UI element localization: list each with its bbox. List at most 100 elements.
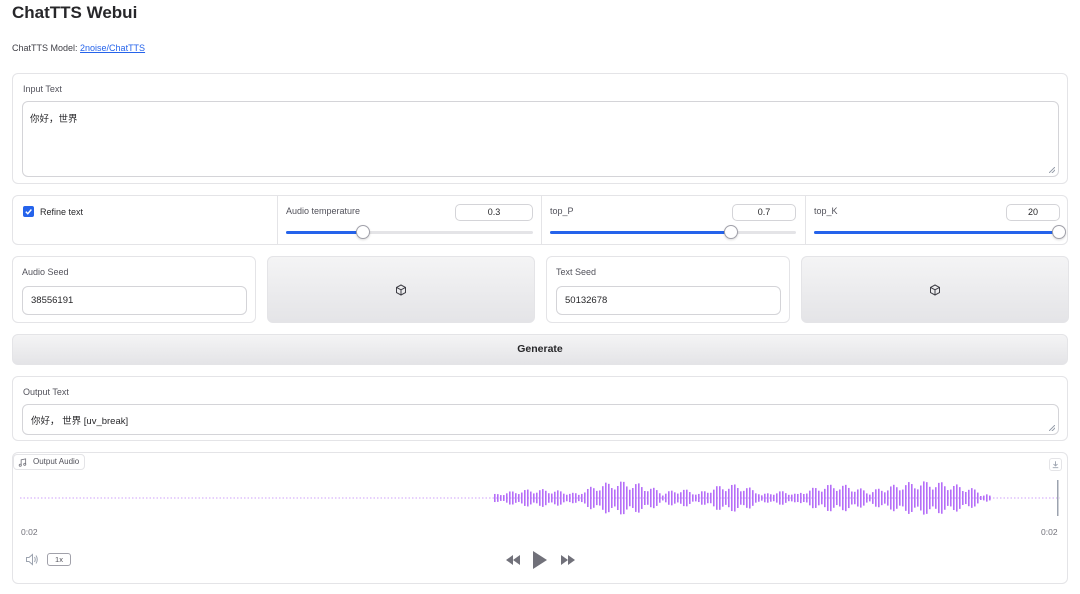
input-textarea[interactable]: 你好，世界 bbox=[22, 101, 1059, 177]
waveform-bar bbox=[611, 488, 613, 508]
waveform-bar bbox=[923, 481, 925, 515]
waveform-bar bbox=[566, 494, 568, 502]
resize-handle-icon[interactable] bbox=[1049, 425, 1055, 431]
model-link[interactable]: 2noise/ChatTTS bbox=[80, 43, 145, 53]
waveform-bar bbox=[755, 493, 757, 503]
waveform-bar bbox=[827, 485, 829, 511]
waveform-bar bbox=[857, 489, 859, 507]
text-seed-input[interactable]: 50132678 bbox=[556, 286, 781, 315]
rewind-icon[interactable] bbox=[505, 554, 521, 566]
waveform-bar bbox=[632, 488, 634, 508]
waveform-bar bbox=[563, 493, 565, 503]
waveform-bar bbox=[845, 484, 847, 512]
text-seed-dice-button[interactable] bbox=[801, 256, 1069, 323]
waveform-bar bbox=[746, 488, 748, 508]
waveform-bar bbox=[962, 491, 964, 505]
waveform-bar bbox=[713, 489, 715, 507]
input-text-panel: Input Text 你好，世界 bbox=[12, 73, 1068, 184]
waveform-bar bbox=[986, 494, 988, 502]
waveform-bar bbox=[806, 493, 808, 503]
waveform-bar bbox=[824, 488, 826, 508]
waveform-bar bbox=[905, 485, 907, 511]
waveform-bar bbox=[782, 491, 784, 505]
waveform-bar bbox=[971, 488, 973, 508]
waveform-bar bbox=[878, 488, 880, 508]
top-p-slider[interactable] bbox=[550, 225, 796, 239]
top-p-input[interactable]: 0.7 bbox=[732, 204, 796, 221]
output-textarea[interactable]: 你好， 世界 [uv_break] bbox=[22, 404, 1059, 435]
audio-seed-panel: Audio Seed 38556191 bbox=[12, 256, 256, 323]
playback-speed-button[interactable]: 1x bbox=[47, 553, 71, 566]
waveform-bar bbox=[521, 492, 523, 504]
top-k-slider[interactable] bbox=[814, 225, 1066, 239]
waveform-bar bbox=[977, 492, 979, 504]
waveform-bar bbox=[974, 489, 976, 507]
waveform-bar bbox=[692, 494, 694, 502]
waveform-bar bbox=[683, 489, 685, 507]
waveform-bar bbox=[644, 491, 646, 505]
slider-thumb[interactable] bbox=[724, 225, 738, 239]
waveform-bar bbox=[764, 493, 766, 503]
slider-thumb[interactable] bbox=[356, 225, 370, 239]
volume-icon[interactable] bbox=[25, 553, 39, 566]
waveform-bar bbox=[557, 490, 559, 506]
play-icon[interactable] bbox=[532, 550, 548, 570]
input-text-label: Input Text bbox=[23, 84, 62, 94]
waveform-bar bbox=[953, 485, 955, 511]
waveform-bar bbox=[812, 487, 814, 509]
waveform-bar bbox=[524, 490, 526, 506]
refine-checkbox[interactable] bbox=[23, 206, 34, 217]
waveform-bar bbox=[548, 493, 550, 503]
download-button[interactable] bbox=[1049, 458, 1062, 471]
waveform-bar bbox=[851, 491, 853, 505]
fast-forward-icon[interactable] bbox=[560, 554, 576, 566]
top-k-input[interactable]: 20 bbox=[1006, 204, 1060, 221]
waveform-bar bbox=[662, 495, 664, 501]
waveform-bar bbox=[497, 494, 499, 502]
waveform-bar bbox=[605, 482, 607, 514]
waveform-bar bbox=[866, 493, 868, 503]
audio-waveform[interactable] bbox=[20, 476, 1060, 520]
waveform-bar bbox=[701, 491, 703, 505]
waveform-bar bbox=[620, 481, 622, 515]
waveform-bar bbox=[689, 492, 691, 504]
audio-temperature-slider[interactable] bbox=[286, 225, 533, 239]
waveform-bar bbox=[719, 486, 721, 510]
waveform-bar bbox=[800, 492, 802, 504]
waveform-bar bbox=[956, 484, 958, 512]
waveform-bar bbox=[803, 493, 805, 503]
generate-button[interactable]: Generate bbox=[12, 334, 1068, 365]
waveform-bar bbox=[587, 488, 589, 508]
audio-seed-dice-button[interactable] bbox=[267, 256, 535, 323]
waveform-bar bbox=[848, 487, 850, 509]
dice-icon bbox=[396, 283, 406, 296]
waveform-bar bbox=[578, 494, 580, 502]
waveform-bar bbox=[761, 495, 763, 501]
waveform-bar bbox=[710, 492, 712, 504]
waveform-bar bbox=[983, 495, 985, 501]
text-seed-label: Text Seed bbox=[556, 267, 597, 277]
waveform-bar bbox=[815, 488, 817, 508]
waveform-bar bbox=[833, 488, 835, 508]
waveform-bar bbox=[650, 488, 652, 508]
waveform-bar bbox=[623, 481, 625, 515]
waveform-bar bbox=[944, 486, 946, 510]
settings-panel: Refine text Audio temperature 0.3 top_P … bbox=[12, 195, 1068, 245]
text-seed-panel: Text Seed 50132678 bbox=[546, 256, 790, 323]
waveform-bar bbox=[938, 482, 940, 514]
resize-handle-icon[interactable] bbox=[1049, 167, 1055, 173]
audio-seed-input[interactable]: 38556191 bbox=[22, 286, 247, 315]
waveform-bar bbox=[653, 487, 655, 509]
waveform-bar bbox=[635, 484, 637, 512]
waveform-bar bbox=[935, 487, 937, 509]
waveform-bar bbox=[584, 492, 586, 504]
waveform-bar bbox=[965, 491, 967, 505]
waveform-bar bbox=[629, 489, 631, 507]
waveform-bar bbox=[680, 492, 682, 504]
audio-temperature-input[interactable]: 0.3 bbox=[455, 204, 533, 221]
waveform-bar bbox=[494, 493, 496, 503]
waveform-bar bbox=[509, 491, 511, 505]
waveform-bar bbox=[725, 491, 727, 505]
slider-thumb[interactable] bbox=[1052, 225, 1066, 239]
waveform-bar bbox=[881, 490, 883, 506]
